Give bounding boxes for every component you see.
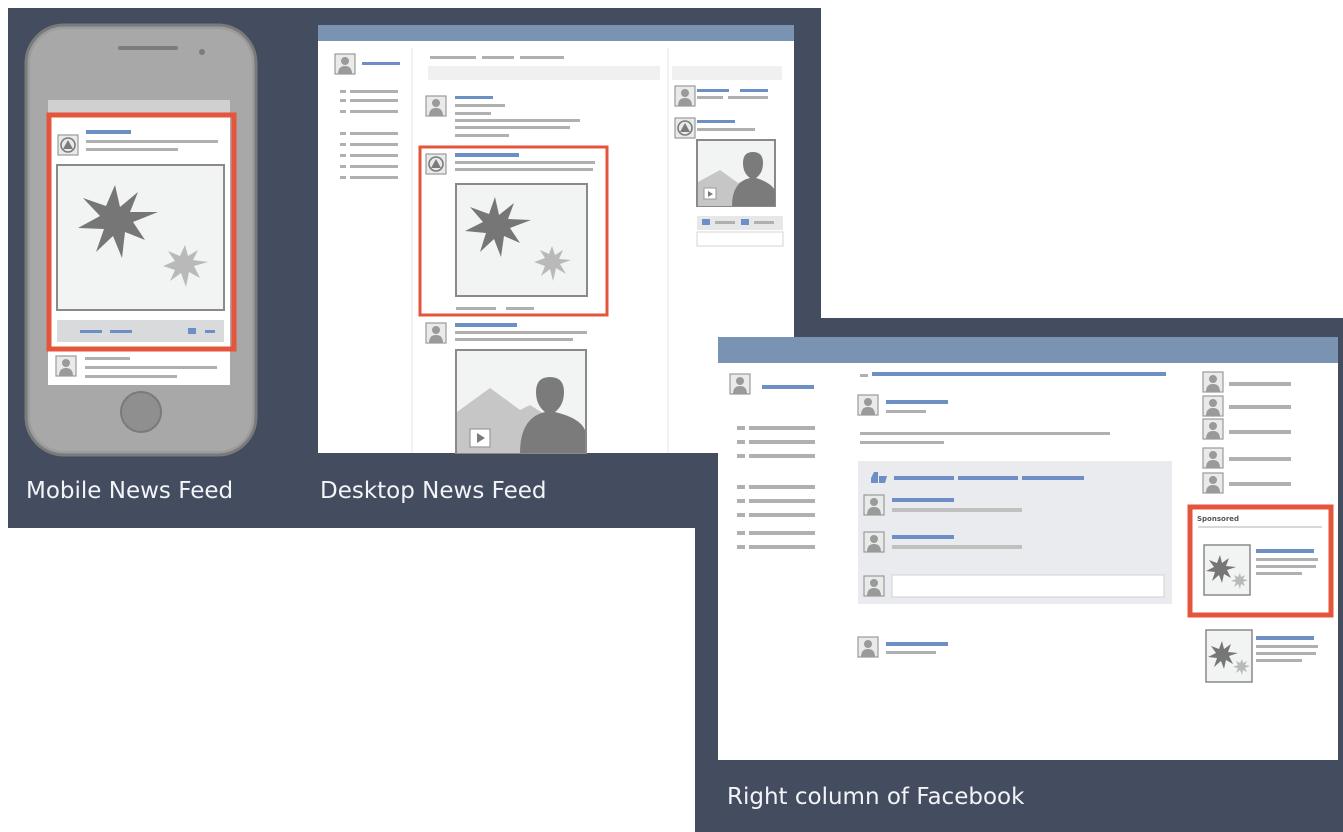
top-cut-strip <box>0 0 820 8</box>
desktop-news-feed-caption: Desktop News Feed <box>320 478 547 504</box>
right-column-caption: Right column of Facebook <box>727 784 1025 810</box>
mobile-news-feed-caption: Mobile News Feed <box>26 478 234 504</box>
illustration-canvas <box>24 23 1338 760</box>
right-column-screen <box>718 337 1338 760</box>
sponsored-label: Sponsored <box>1197 515 1240 523</box>
video-thumbnail <box>455 349 587 454</box>
